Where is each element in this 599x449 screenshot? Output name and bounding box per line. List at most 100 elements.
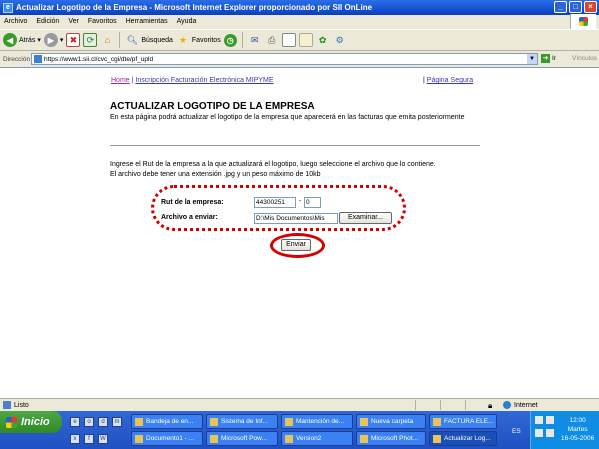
status-divider	[440, 400, 441, 410]
toolbar-divider	[241, 32, 243, 48]
menu-archivo[interactable]: Archivo	[4, 18, 27, 25]
ie-icon: e	[3, 2, 13, 13]
photo-editor-icon	[360, 434, 368, 443]
menu-edicion[interactable]: Edición	[36, 18, 59, 25]
status-bar: Listo 🔒︎ Internet	[0, 398, 599, 411]
ie-icon	[433, 434, 441, 443]
form-highlight	[151, 185, 406, 231]
page-done-icon	[3, 401, 11, 409]
secure-page-link[interactable]: Página Segura	[427, 77, 473, 84]
network-tray-icon[interactable]	[546, 416, 554, 424]
task-sistema[interactable]: Sistema de Inf...	[206, 414, 278, 429]
windows-logo	[570, 14, 596, 29]
address-url: https://www1.sii.cl/cvc_cgi/dte/pf_upld	[44, 55, 154, 63]
start-button[interactable]: Inicio	[0, 411, 62, 433]
menu-ver[interactable]: Ver	[68, 18, 79, 25]
status-left: Listo	[3, 401, 29, 409]
clock[interactable]: 12:00 Martes 16-05-2006	[561, 416, 594, 443]
close-button[interactable]: ×	[584, 1, 597, 13]
quicklaunch-word-icon[interactable]: W	[98, 434, 108, 444]
messenger-icon[interactable]: ✿	[316, 33, 330, 47]
folder-icon	[360, 417, 368, 426]
word-icon	[135, 434, 143, 443]
edit-icon[interactable]	[281, 33, 296, 47]
refresh-icon[interactable]: ⟳	[83, 33, 98, 47]
clock-date: 16-05-2006	[561, 435, 595, 442]
window-title: Actualizar Logotipo de la Empresa - Micr…	[16, 3, 373, 12]
globe-icon	[503, 401, 511, 409]
quicklaunch-explorer-icon[interactable]: f	[84, 434, 94, 444]
window-controls: _ □ ×	[554, 1, 597, 13]
mail-icon[interactable]: ✉	[248, 33, 262, 47]
task-actualizar-logotipo[interactable]: Actualizar Log...	[429, 431, 497, 446]
history-icon[interactable]: ◷	[223, 33, 237, 47]
task-powerpoint[interactable]: Microsoft Pow...	[206, 431, 278, 446]
windows-flag-icon	[6, 416, 17, 428]
rut-input[interactable]: 44300251	[254, 197, 296, 208]
discuss-icon[interactable]	[298, 33, 313, 47]
security-zone: Internet	[503, 401, 538, 409]
powerpoint-icon	[210, 434, 218, 443]
search-button[interactable]: 🔍︎ Búsqueda	[125, 33, 173, 47]
antivirus-tray-icon[interactable]	[546, 429, 554, 437]
instructions-line-1: Ingrese el Rut de la empresa a la que ac…	[110, 161, 436, 168]
clock-day: Martes	[567, 426, 588, 433]
task-label: Mantención de...	[296, 418, 345, 425]
rut-dv-input[interactable]: 0	[304, 197, 321, 208]
menu-herramientas[interactable]: Herramientas	[126, 18, 168, 25]
task-documento1[interactable]: Documento1 - ...	[131, 431, 203, 446]
chevron-down-icon: ▾	[37, 37, 41, 44]
submit-button[interactable]: Enviar	[281, 239, 311, 251]
home-link[interactable]: Home	[111, 77, 130, 84]
favorites-button[interactable]: ★ Favoritos	[176, 33, 221, 47]
stop-icon[interactable]: ✖	[66, 33, 81, 47]
menu-ayuda[interactable]: Ayuda	[177, 18, 197, 25]
address-label: Dirección	[3, 55, 31, 63]
favorites-label: Favoritos	[191, 36, 221, 44]
search-icon: 🔍︎	[126, 34, 139, 45]
task-label: Version2	[296, 435, 322, 442]
page-intro: En esta página podrá actualizar el logot…	[110, 114, 465, 121]
minimize-button[interactable]: _	[554, 1, 567, 13]
quicklaunch-excel-icon[interactable]: x	[70, 434, 80, 444]
task-version2[interactable]: Version2	[281, 431, 353, 446]
zone-label: Internet	[514, 401, 538, 409]
task-mantencion[interactable]: Mantención de...	[281, 414, 353, 429]
back-arrow-icon: ◀	[3, 33, 17, 47]
quicklaunch-media-icon[interactable]: m	[112, 417, 122, 427]
volume-tray-icon[interactable]	[535, 429, 543, 437]
language-indicator[interactable]: ES	[512, 428, 521, 435]
forward-button[interactable]: ▶ ▾	[43, 33, 63, 47]
browse-button[interactable]: Examinar...	[339, 212, 392, 224]
file-label: Archivo a enviar:	[161, 214, 218, 221]
rut-label: Rut de la empresa:	[161, 199, 224, 206]
windows-flag-icon	[579, 17, 588, 26]
nav-separator: |	[423, 77, 425, 84]
folder-icon	[285, 434, 293, 443]
back-button[interactable]: ◀ Atrás ▾	[3, 33, 41, 47]
quicklaunch-ie-icon[interactable]: e	[70, 417, 80, 427]
task-label: Microsoft Pow...	[221, 435, 267, 442]
quicklaunch-desktop-icon[interactable]: d	[98, 417, 108, 427]
mail-tray-icon[interactable]	[535, 416, 543, 424]
task-label: Bandeja de en...	[146, 418, 194, 425]
file-input[interactable]: D:\Mis Documentos\Mis	[254, 213, 338, 224]
chevron-down-icon[interactable]: ▼	[527, 54, 537, 64]
research-icon[interactable]: ⚙	[333, 33, 347, 47]
task-factura[interactable]: FACTURA ELE...	[429, 414, 497, 429]
quicklaunch-outlook-icon[interactable]: o	[84, 417, 94, 427]
inscripcion-link[interactable]: Inscripción Facturación Electrónica MIPY…	[135, 77, 273, 84]
status-divider	[465, 400, 466, 410]
secure-page-nav: | Página Segura	[423, 77, 473, 84]
print-icon[interactable]: ⎙	[265, 33, 279, 47]
home-icon[interactable]: ⌂	[100, 33, 114, 47]
menu-favoritos[interactable]: Favoritos	[88, 18, 117, 25]
go-button[interactable]: ➜ Ir	[541, 54, 556, 63]
task-photoshop[interactable]: Microsoft Phot...	[356, 431, 426, 446]
address-input[interactable]: https://www1.sii.cl/cvc_cgi/dte/pf_upld …	[31, 53, 538, 65]
task-nueva-carpeta[interactable]: Nueva carpeta	[356, 414, 426, 429]
task-bandeja[interactable]: Bandeja de en...	[131, 414, 203, 429]
maximize-button[interactable]: □	[569, 1, 582, 13]
links-button[interactable]: Vínculos	[572, 55, 597, 62]
task-label: Documento1 - ...	[146, 435, 195, 442]
